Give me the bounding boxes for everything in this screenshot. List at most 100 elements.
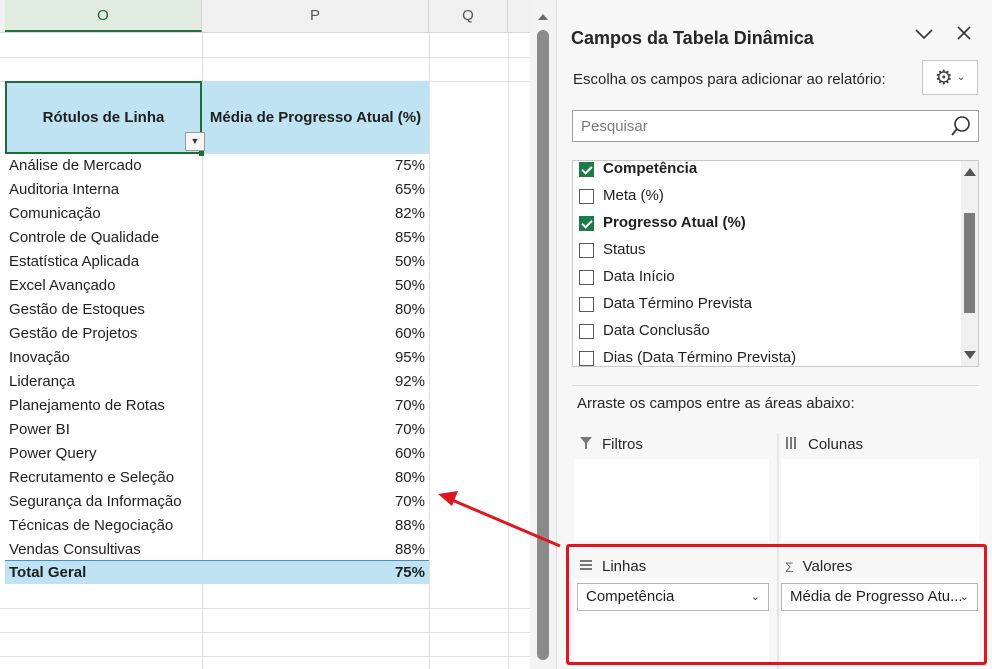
- pivot-row-value: 70%: [394, 421, 425, 438]
- field-checkbox[interactable]: [579, 350, 594, 366]
- vertical-scrollbar[interactable]: [530, 0, 556, 669]
- filters-area-title: Filtros: [579, 436, 643, 453]
- pivot-row-label: Recrutamento e Seleção: [9, 469, 175, 486]
- pivot-row[interactable]: Gestão de Estoques 80%: [5, 298, 429, 322]
- pivot-row-label: Estatística Aplicada: [9, 253, 140, 270]
- pivot-total-row[interactable]: Total Geral 75%: [5, 560, 429, 584]
- pivot-row[interactable]: Liderança 92%: [5, 370, 429, 394]
- columns-drop-zone[interactable]: [781, 459, 979, 541]
- column-header-o[interactable]: O: [5, 0, 202, 32]
- pivot-row-label: Power BI: [9, 421, 70, 438]
- annotation-highlight-box: [566, 544, 987, 665]
- pivot-row-label: Comunicação: [9, 205, 101, 222]
- pivot-row[interactable]: Power BI 70%: [5, 418, 429, 442]
- pivot-row-labels-header[interactable]: Rótulos de Linha: [5, 81, 202, 154]
- pivot-row-value: 50%: [394, 253, 425, 270]
- field-item[interactable]: Meta (%): [579, 185, 664, 207]
- close-icon[interactable]: [956, 24, 972, 47]
- pivot-row[interactable]: Power Query 60%: [5, 442, 429, 466]
- pivot-row-label: Inovação: [9, 349, 70, 366]
- field-item[interactable]: Data Conclusão: [579, 320, 710, 342]
- search-placeholder: Pesquisar: [581, 118, 648, 135]
- field-item[interactable]: Competência: [579, 160, 698, 180]
- field-checkbox[interactable]: [579, 296, 594, 312]
- pivot-row-value: 60%: [394, 325, 425, 342]
- pivot-row[interactable]: Gestão de Projetos 60%: [5, 322, 429, 346]
- pivot-values-header-text: Média de Progresso Atual (%): [209, 109, 422, 126]
- pivot-values-header[interactable]: Média de Progresso Atual (%): [202, 81, 429, 154]
- pivot-row-label: Gestão de Projetos: [9, 325, 138, 342]
- gridline: [0, 608, 530, 609]
- pivot-row-value: 65%: [394, 181, 425, 198]
- filter-icon: [579, 436, 593, 453]
- pivot-row-label: Controle de Qualidade: [9, 229, 160, 246]
- gridline: [0, 632, 530, 633]
- pivot-row-labels-header-text: Rótulos de Linha: [42, 109, 165, 126]
- filters-drop-zone[interactable]: [574, 459, 769, 541]
- field-label: Data Término Prevista: [603, 295, 752, 312]
- pivot-row[interactable]: Excel Avançado 50%: [5, 274, 429, 298]
- pivot-row[interactable]: Segurança da Informação 70%: [5, 490, 429, 514]
- pivot-row-value: 70%: [394, 493, 425, 510]
- field-item[interactable]: Dias (Data Término Prevista): [579, 347, 796, 366]
- pivot-row[interactable]: Controle de Qualidade 85%: [5, 226, 429, 250]
- pane-subtitle: Escolha os campos para adicionar ao rela…: [573, 71, 886, 88]
- scroll-thumb[interactable]: [964, 213, 975, 313]
- pivot-row[interactable]: Análise de Mercado 75%: [5, 154, 429, 178]
- field-item[interactable]: Progresso Atual (%): [579, 212, 746, 234]
- pivot-row-value: 80%: [394, 469, 425, 486]
- pivot-row-value: 50%: [394, 277, 425, 294]
- pivot-row[interactable]: Técnicas de Negociação 88%: [5, 514, 429, 538]
- field-list: Competência Meta (%) Progresso Atual (%) St…: [572, 160, 979, 367]
- search-input[interactable]: Pesquisar: [572, 110, 979, 142]
- pivot-row-label: Planejamento de Rotas: [9, 397, 165, 414]
- pivot-row-value: 75%: [394, 157, 425, 174]
- pivot-total-value: 75%: [394, 564, 425, 581]
- field-label: Meta (%): [603, 187, 664, 204]
- field-checkbox[interactable]: [579, 215, 594, 231]
- pivot-row[interactable]: Auditoria Interna 65%: [5, 178, 429, 202]
- field-label: Data Início: [603, 268, 675, 285]
- pivot-row-value: 70%: [394, 397, 425, 414]
- chevron-down-icon[interactable]: [914, 24, 934, 47]
- pivot-row-label: Técnicas de Negociação: [9, 517, 174, 534]
- pivot-row[interactable]: Vendas Consultivas 88%: [5, 538, 429, 562]
- pivot-row[interactable]: Comunicação 82%: [5, 202, 429, 226]
- pivot-row-value: 82%: [394, 205, 425, 222]
- field-checkbox[interactable]: [579, 161, 594, 177]
- pivot-row[interactable]: Planejamento de Rotas 70%: [5, 394, 429, 418]
- field-label: Status: [603, 241, 646, 258]
- column-header-p[interactable]: P: [202, 0, 429, 32]
- pivot-row[interactable]: Estatística Aplicada 50%: [5, 250, 429, 274]
- field-checkbox[interactable]: [579, 269, 594, 285]
- field-list-scrollbar[interactable]: [961, 161, 978, 366]
- field-checkbox[interactable]: [579, 188, 594, 204]
- pivot-row-label: Power Query: [9, 445, 97, 462]
- field-checkbox[interactable]: [579, 323, 594, 339]
- drag-hint: Arraste os campos entre as áreas abaixo:: [577, 395, 855, 412]
- scroll-down-icon[interactable]: [964, 351, 976, 359]
- pivot-row-label: Vendas Consultivas: [9, 541, 141, 558]
- divider: [572, 385, 979, 386]
- tools-button[interactable]: ⚙ ⌄: [922, 60, 978, 95]
- pivot-rows: Análise de Mercado 75% Auditoria Interna 65…: [5, 154, 429, 562]
- pivot-row[interactable]: Inovação 95%: [5, 346, 429, 370]
- pivot-row-label: Excel Avançado: [9, 277, 116, 294]
- pivot-row-value: 95%: [394, 349, 425, 366]
- scroll-thumb[interactable]: [537, 30, 549, 660]
- field-label: Competência: [603, 160, 698, 177]
- filter-dropdown-icon[interactable]: ▼: [185, 132, 205, 151]
- field-checkbox[interactable]: [579, 242, 594, 258]
- pivot-row-label: Segurança da Informação: [9, 493, 182, 510]
- field-label: Progresso Atual (%): [603, 214, 746, 231]
- scroll-up-icon[interactable]: [538, 14, 548, 20]
- field-item[interactable]: Data Início: [579, 266, 675, 288]
- scroll-up-icon[interactable]: [964, 168, 976, 176]
- field-item[interactable]: Data Término Prevista: [579, 293, 752, 315]
- pivot-row[interactable]: Recrutamento e Seleção 80%: [5, 466, 429, 490]
- pivot-row-label: Gestão de Estoques: [9, 301, 145, 318]
- field-item[interactable]: Status: [579, 239, 646, 261]
- column-header-q[interactable]: Q: [429, 0, 508, 32]
- search-icon[interactable]: [950, 115, 972, 142]
- field-label: Data Conclusão: [603, 322, 710, 339]
